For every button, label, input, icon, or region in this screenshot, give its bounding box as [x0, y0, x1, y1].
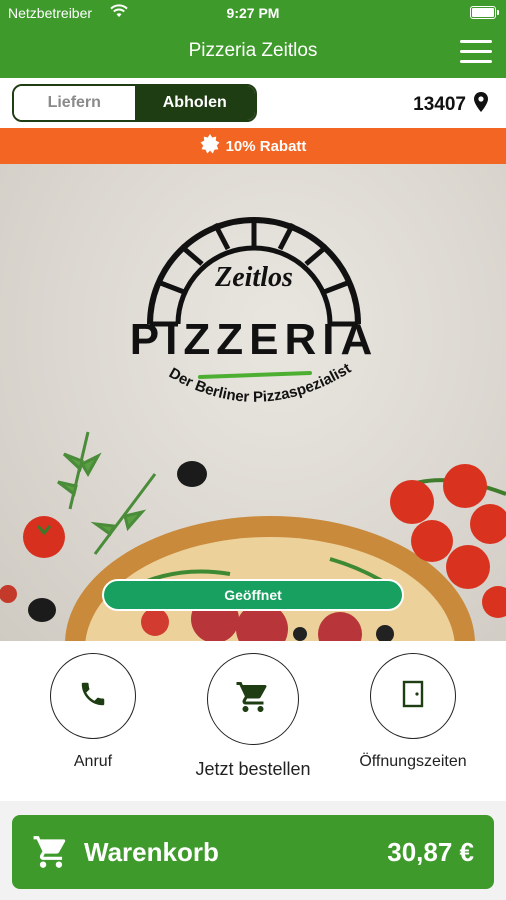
call-label: Anruf: [73, 753, 113, 770]
hours-label: Öffnungszeiten: [359, 753, 467, 770]
tomato-left: [0, 516, 65, 603]
app-header: Pizzeria Zeitlos: [0, 26, 506, 78]
hero-image: Zeitlos PIZZERIA Der Berliner Pizzaspezi…: [0, 164, 506, 641]
pickup-option[interactable]: Abholen: [134, 86, 255, 120]
badge-icon: [200, 134, 220, 158]
cart-icon: [32, 833, 70, 876]
status-bar: Netzbetreiber 9:27 PM: [0, 0, 506, 26]
svg-text:Zeitlos: Zeitlos: [214, 262, 293, 293]
delivery-mode-toggle: Liefern Abholen: [12, 84, 257, 122]
order-label: Jetzt bestellen: [195, 759, 311, 779]
order-button[interactable]: [207, 653, 299, 745]
hours-action[interactable]: Öffnungszeiten: [338, 653, 488, 771]
hamburger-menu-icon[interactable]: [460, 40, 492, 64]
door-icon: [402, 680, 424, 713]
battery-icon: [470, 6, 499, 19]
shopping-cart-icon: [235, 679, 271, 720]
hours-button[interactable]: [370, 653, 456, 739]
order-action[interactable]: Jetzt bestellen: [178, 653, 328, 780]
deliver-option[interactable]: Liefern: [14, 86, 135, 120]
page-title: Pizzeria Zeitlos: [188, 40, 318, 61]
postal-code: 13407: [413, 94, 466, 115]
discount-text: 10% Rabatt: [225, 137, 307, 155]
svg-text:Der Berliner Pizzaspezialist: Der Berliner Pizzaspezialist: [166, 360, 354, 406]
cart-label: Warenkorb: [84, 837, 219, 867]
herb-decor: [57, 431, 157, 555]
cart-total: 30,87 €: [387, 837, 474, 867]
discount-banner: 10% Rabatt: [0, 128, 506, 164]
pizzeria-logo: Zeitlos PIZZERIA Der Berliner Pizzaspezi…: [130, 217, 378, 406]
open-status-badge: Geöffnet: [102, 579, 404, 611]
svg-text:PIZZERIA: PIZZERIA: [130, 315, 378, 364]
quick-actions: Anruf Jetzt bestellen Öffnungszeiten: [0, 641, 506, 801]
order-mode-bar: Liefern Abholen 13407: [0, 78, 506, 128]
phone-icon: [78, 679, 108, 714]
call-action[interactable]: Anruf: [18, 653, 168, 771]
postal-code-selector[interactable]: 13407: [413, 92, 488, 118]
call-button[interactable]: [50, 653, 136, 739]
clock: 9:27 PM: [226, 5, 280, 21]
cart-button[interactable]: Warenkorb 30,87 €: [12, 815, 494, 889]
location-pin-icon: [474, 92, 488, 118]
